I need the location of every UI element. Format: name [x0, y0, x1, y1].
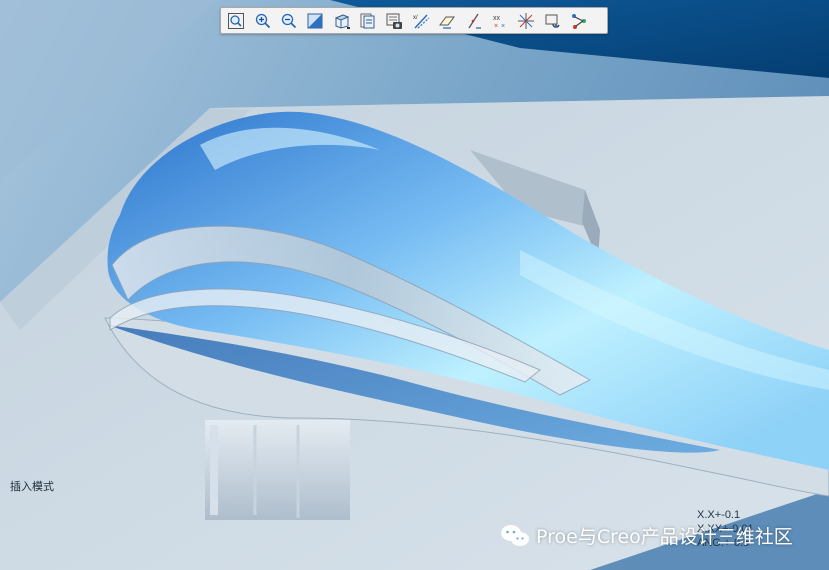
view-manager-icon — [386, 13, 403, 29]
coordinate-systems-button[interactable]: xx × × — [488, 10, 512, 32]
tolerance-line-1: X.X+-0.1 — [697, 509, 741, 521]
feature-tree-button[interactable] — [567, 10, 591, 32]
model-render — [0, 0, 829, 570]
zoom-in-icon — [255, 13, 270, 28]
datum-axes-button[interactable] — [435, 10, 459, 32]
watermark-text: Proe与Creo产品设计三维社区 — [536, 526, 793, 548]
datum-points-button[interactable] — [462, 10, 486, 32]
display-style-icon — [334, 13, 350, 29]
watermark: Proe与Creo产品设计三维社区 — [500, 522, 793, 549]
svg-text:×: × — [501, 23, 505, 30]
view-toolbar: x/ xx × × — [220, 7, 608, 34]
datum-planes-button[interactable]: x/ — [409, 10, 433, 32]
coordinate-systems-icon: xx × × — [493, 15, 505, 30]
zoom-in-button[interactable] — [251, 10, 275, 32]
3d-model-viewport[interactable] — [0, 0, 829, 570]
datum-axes-icon — [439, 16, 456, 29]
saved-views-icon — [360, 13, 375, 28]
zoom-out-button[interactable] — [277, 10, 301, 32]
svg-text:xx: xx — [493, 15, 501, 22]
spin-center-button[interactable] — [541, 10, 565, 32]
repaint-button[interactable] — [303, 10, 327, 32]
zoom-fit-icon — [228, 12, 245, 29]
svg-text:×: × — [494, 23, 498, 30]
annotations-button[interactable] — [514, 10, 538, 32]
svg-text:x/: x/ — [413, 15, 418, 21]
insert-mode-label: 插入模式 — [10, 480, 54, 493]
saved-views-button[interactable] — [356, 10, 380, 32]
zoom-out-icon — [281, 13, 297, 28]
display-style-button[interactable] — [330, 10, 354, 32]
datum-points-icon — [468, 13, 481, 29]
zoom-fit-button[interactable] — [224, 10, 248, 32]
annotations-icon — [518, 12, 535, 29]
view-manager-button[interactable] — [382, 10, 406, 32]
wechat-icon — [501, 524, 529, 546]
repaint-icon — [307, 13, 323, 28]
spin-center-icon — [545, 14, 560, 28]
feature-tree-icon — [572, 13, 587, 29]
datum-planes-icon: x/ — [413, 13, 430, 29]
